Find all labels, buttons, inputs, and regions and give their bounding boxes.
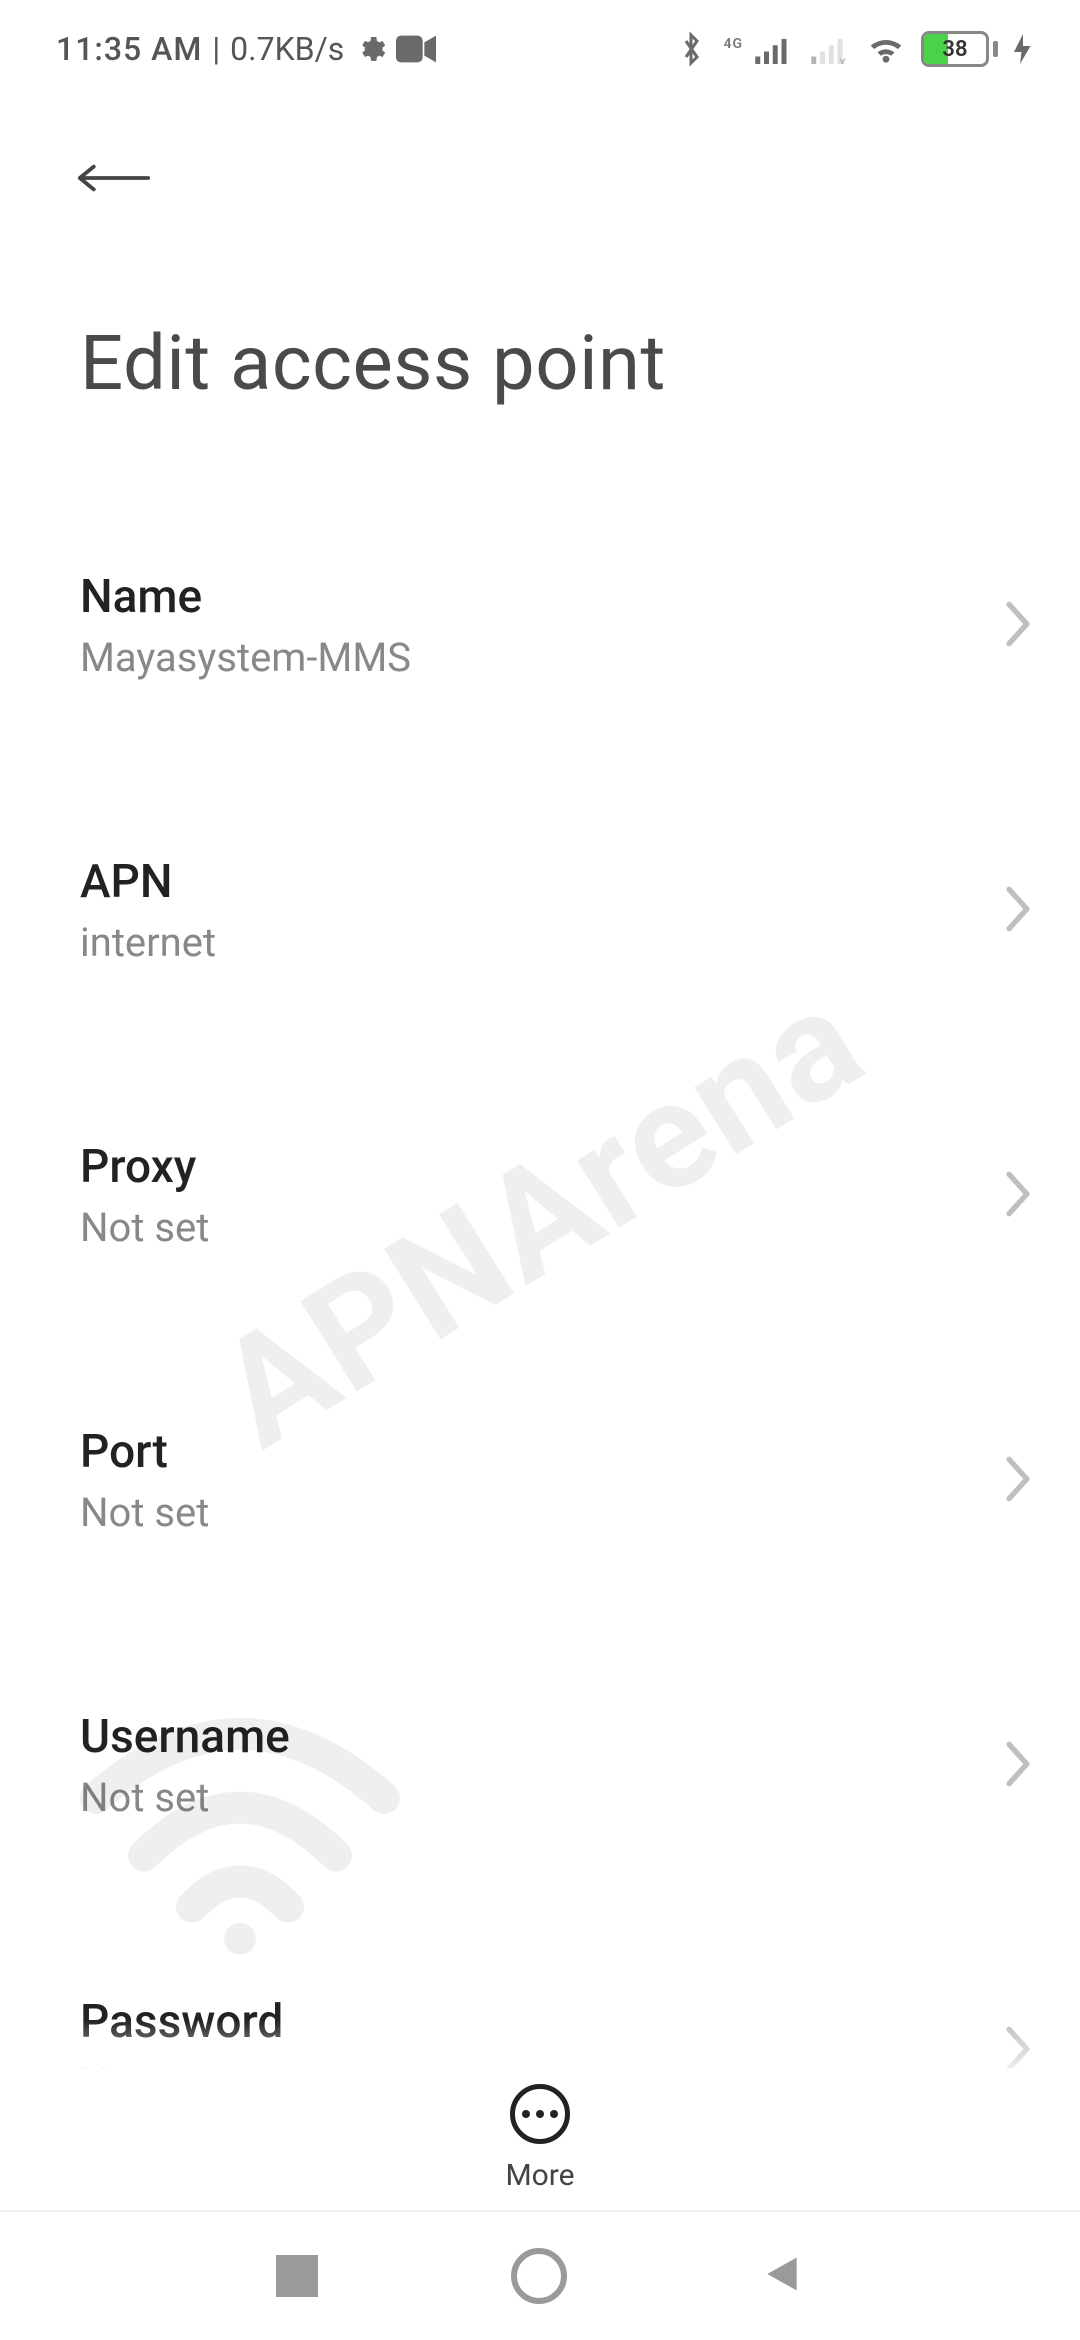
setting-value: Not set [80, 1204, 209, 1251]
setting-label: Username [80, 1710, 290, 1764]
status-network-speed: 0.7KB/s [230, 30, 344, 68]
setting-value: Mayasystem-MMS [80, 634, 411, 681]
nav-home-button[interactable] [511, 2248, 567, 2304]
circle-icon [511, 2248, 567, 2304]
setting-row-name[interactable]: Name Mayasystem-MMS [80, 528, 1034, 723]
signal-strength-2-icon: x [809, 34, 851, 64]
setting-row-apn[interactable]: APN internet [80, 813, 1034, 1008]
svg-text:x: x [839, 53, 847, 65]
more-button[interactable]: More [505, 2084, 574, 2193]
setting-label: Name [80, 570, 411, 624]
app-bar [0, 68, 1080, 208]
page-title: Edit access point [0, 208, 1080, 428]
battery-indicator: 38 [921, 31, 998, 67]
camera-icon [396, 35, 436, 63]
status-bar-left: 11:35 AM | 0.7KB/s [56, 30, 436, 68]
status-bar-right: 4G x 38 [677, 30, 1034, 68]
signal-strength-icon [753, 34, 795, 64]
status-time: 11:35 AM [56, 30, 202, 68]
setting-label: Password [80, 1995, 283, 2049]
status-bar: 11:35 AM | 0.7KB/s 4G x 38 [0, 0, 1080, 68]
bluetooth-icon [677, 31, 705, 67]
setting-row-username[interactable]: Username Not set [80, 1668, 1034, 1863]
more-icon [510, 2084, 570, 2144]
settings-list: Name Mayasystem-MMS APN internet Proxy N… [0, 428, 1080, 2340]
setting-label: APN [80, 855, 216, 909]
setting-label: Proxy [80, 1140, 209, 1194]
chevron-right-icon [1002, 599, 1034, 653]
setting-value: Not set [80, 1489, 209, 1536]
battery-percent: 38 [924, 34, 986, 64]
charging-icon [1012, 34, 1034, 64]
signal-4g-label: 4G [719, 30, 739, 68]
bottom-action-bar: More [0, 2068, 1080, 2208]
system-nav-bar [0, 2210, 1080, 2340]
wifi-icon [865, 32, 907, 66]
chevron-right-icon [1002, 1169, 1034, 1223]
back-button[interactable] [76, 158, 166, 208]
setting-value: internet [80, 919, 216, 966]
setting-row-proxy[interactable]: Proxy Not set [80, 1098, 1034, 1293]
nav-back-button[interactable] [760, 2252, 804, 2300]
more-label: More [505, 2158, 574, 2193]
triangle-left-icon [760, 2252, 804, 2300]
gear-icon [354, 33, 386, 65]
setting-row-port[interactable]: Port Not set [80, 1383, 1034, 1578]
nav-recent-button[interactable] [276, 2255, 318, 2297]
chevron-right-icon [1002, 884, 1034, 938]
square-icon [276, 2255, 318, 2297]
chevron-right-icon [1002, 1454, 1034, 1508]
setting-value: Not set [80, 1774, 290, 1821]
chevron-right-icon [1002, 1739, 1034, 1793]
setting-label: Port [80, 1425, 209, 1479]
status-separator: | [212, 30, 220, 68]
